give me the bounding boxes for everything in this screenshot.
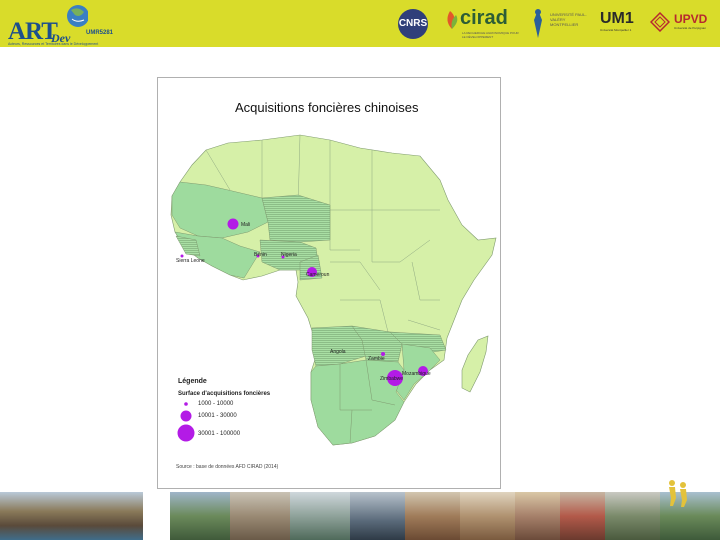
legend-bubble-small <box>184 402 188 406</box>
label-benin: Bénin <box>254 252 267 258</box>
label-nigeria: Nigeria <box>281 252 297 258</box>
legend-bubble-large <box>177 424 195 442</box>
legend-item-medium: 10001 - 30000 <box>198 413 237 419</box>
photo-field-workers <box>605 492 660 540</box>
label-sierra-leone: Sierra Leone <box>176 258 205 264</box>
photo-building <box>230 492 290 540</box>
madagascar <box>461 335 489 393</box>
label-mozambique: Mozambique <box>402 371 431 377</box>
legend-bubble-medium <box>180 410 192 422</box>
photo-people <box>405 492 460 540</box>
photo-landscape <box>170 492 230 540</box>
bubble-mali <box>227 218 239 230</box>
label-zimbabwe: Zimbabwe <box>380 376 403 382</box>
legend-item-small: 1000 - 10000 <box>198 401 234 407</box>
photo-city <box>350 492 405 540</box>
photo-market <box>0 492 143 540</box>
legend-item-large: 30001 - 100000 <box>198 431 241 437</box>
photo-strip <box>0 492 720 540</box>
africa-map: Mali Sierra Leone Bénin Nigeria Cameroun… <box>170 134 497 446</box>
label-mali: Mali <box>241 222 250 228</box>
label-angola: Angola <box>330 349 346 355</box>
people-icon <box>669 480 687 507</box>
photo-truck <box>560 492 605 540</box>
legend-subtitle: Surface d'acquisitions foncières <box>178 391 271 397</box>
photo-crops <box>460 492 515 540</box>
legend-title: Légende <box>178 378 207 385</box>
label-cameroon: Cameroun <box>306 272 330 278</box>
photo-river <box>290 492 350 540</box>
photo-woman <box>515 492 560 540</box>
map-source: Source : base de données AFD CIRAD (2014… <box>176 464 279 470</box>
label-zambia: Zambie <box>368 356 385 362</box>
region-niger <box>261 194 331 243</box>
